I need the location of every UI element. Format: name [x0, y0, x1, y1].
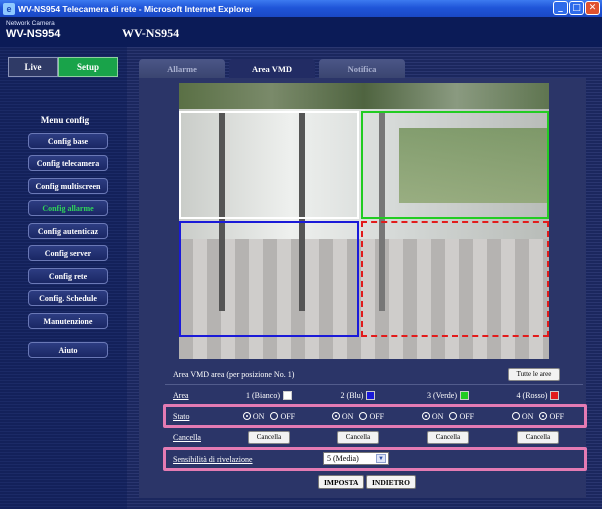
cancella-row: Cancella Cancella Cancella Cancella Canc…: [165, 428, 583, 446]
vmd-area-4[interactable]: [361, 221, 549, 337]
imposta-button[interactable]: IMPOSTA: [318, 475, 365, 489]
menu-config-telecamera[interactable]: Config telecamera: [28, 155, 108, 171]
white-swatch: [283, 390, 292, 400]
red-swatch: [550, 390, 560, 400]
close-button[interactable]: ✕: [585, 1, 600, 15]
indietro-button[interactable]: INDIETRO: [366, 475, 416, 489]
menu-config-schedule[interactable]: Config. Schedule: [28, 290, 108, 306]
vmd-area-1[interactable]: [179, 111, 359, 219]
vmd-area-2[interactable]: [179, 221, 359, 337]
area-row: Area 1 (Bianco) 2 (Blu) 3 (Verde) 4 (Ros…: [165, 386, 583, 404]
stato-highlight: [163, 404, 587, 428]
menu-aiuto[interactable]: Aiuto: [28, 342, 108, 358]
vmd-panel: Area VMD area (per posizione No. 1) Tutt…: [139, 78, 587, 498]
cancella-area-2-button[interactable]: Cancella: [336, 430, 380, 444]
title-bar: e WV-NS954 Telecamera di rete - Microsof…: [0, 0, 602, 17]
blue-swatch: [366, 390, 376, 400]
sensibilita-highlight: [163, 447, 587, 471]
all-areas-button[interactable]: Tutte le aree: [507, 367, 561, 381]
ie-logo-icon: e: [3, 2, 15, 15]
menu-title: Menu config: [40, 115, 90, 125]
area-2-label: 2 (Blu): [340, 390, 364, 400]
camera-scene-trees: [179, 83, 549, 109]
area-4-label: 4 (Rosso): [516, 390, 548, 400]
browser-window: e WV-NS954 Telecamera di rete - Microsof…: [0, 0, 602, 509]
tab-notifica[interactable]: Notifica: [319, 59, 405, 79]
cancella-area-4-button[interactable]: Cancella: [516, 430, 560, 444]
menu-config-allarme[interactable]: Config allarme: [28, 200, 108, 216]
tab-allarme[interactable]: Allarme: [139, 59, 225, 79]
area-label: Area: [173, 390, 189, 400]
mode-switch: Live Setup: [8, 57, 118, 77]
cancella-label: Cancella: [173, 432, 201, 442]
area-3-label: 3 (Verde): [427, 390, 457, 400]
brand-subtitle: Network Camera: [6, 20, 55, 27]
cancella-area-1-button[interactable]: Cancella: [247, 430, 291, 444]
tab-bar: Allarme Area VMD Notifica: [139, 59, 405, 79]
tab-area-vmd[interactable]: Area VMD: [229, 59, 315, 79]
menu-manutenzione[interactable]: Manutenzione: [28, 313, 108, 329]
area-1-label: 1 (Bianco): [246, 390, 280, 400]
menu-config-rete[interactable]: Config rete: [28, 268, 108, 284]
maximize-button[interactable]: □: [569, 1, 584, 15]
model-name: WV-NS954: [122, 26, 180, 40]
minimize-button[interactable]: _: [553, 1, 568, 15]
brand-title: WV-NS954: [6, 28, 61, 40]
window-title: WV-NS954 Telecamera di rete - Microsoft …: [18, 3, 253, 14]
main-content: Allarme Area VMD Notifica Area VMD area …: [127, 47, 602, 509]
setup-button[interactable]: Setup: [58, 57, 118, 77]
menu-config-base[interactable]: Config base: [28, 133, 108, 149]
sidebar: Live Setup Menu config Config base Confi…: [0, 47, 127, 509]
menu-config-server[interactable]: Config server: [28, 245, 108, 261]
camera-header: Network Camera WV-NS954 WV-NS954: [0, 17, 602, 47]
menu-config-multiscreen[interactable]: Config multiscreen: [28, 178, 108, 194]
divider: [165, 384, 583, 385]
menu-config-autenticaz[interactable]: Config autenticaz: [28, 223, 108, 239]
vmd-caption: Area VMD area (per posizione No. 1): [173, 369, 295, 379]
vmd-caption-row: Area VMD area (per posizione No. 1) Tutt…: [165, 365, 583, 383]
green-swatch: [459, 390, 469, 400]
vmd-area-3[interactable]: [361, 111, 549, 219]
camera-view[interactable]: [179, 83, 549, 359]
cancella-area-3-button[interactable]: Cancella: [426, 430, 470, 444]
live-button[interactable]: Live: [8, 57, 58, 77]
